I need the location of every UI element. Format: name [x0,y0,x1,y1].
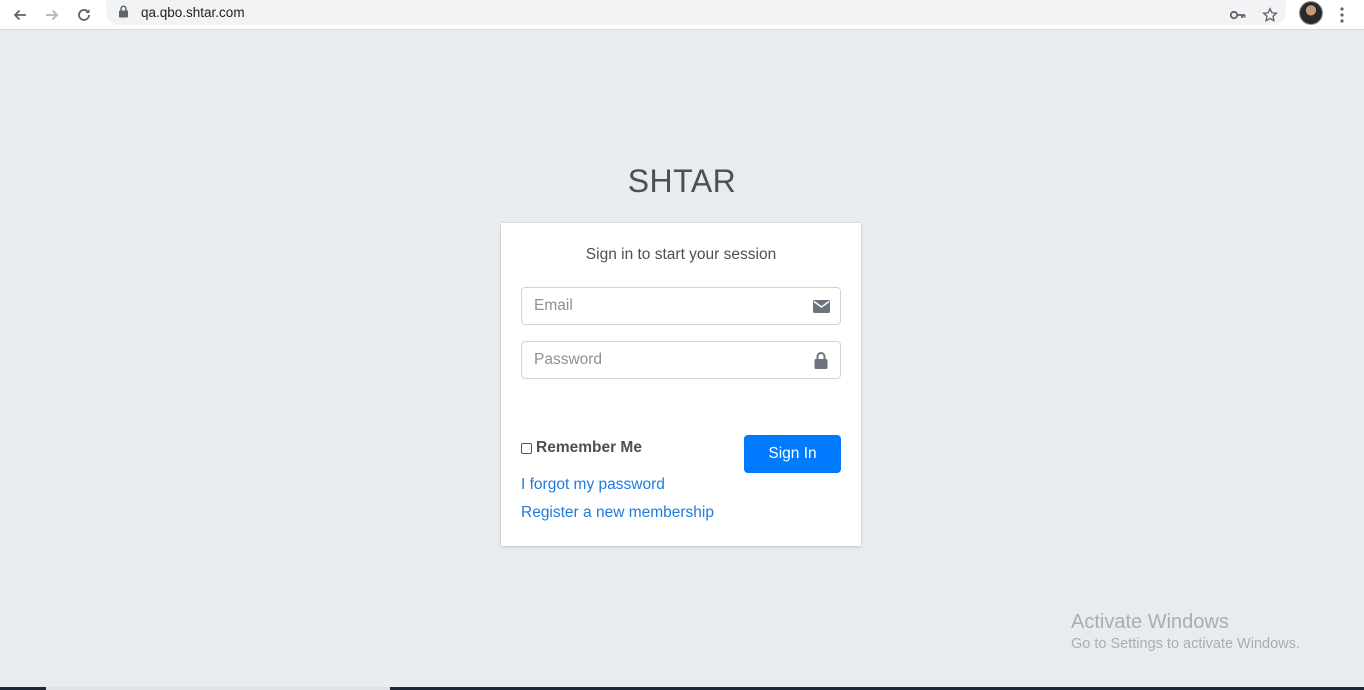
menu-icon[interactable] [1330,3,1354,27]
password-field[interactable] [521,341,841,379]
lock-icon [118,5,129,23]
url-text[interactable]: qa.qbo.shtar.com [141,5,245,20]
watermark-title: Activate Windows [1071,611,1229,633]
star-icon[interactable] [1258,3,1282,27]
email-field[interactable] [521,287,841,325]
back-icon[interactable] [8,3,32,27]
sign-in-button[interactable]: Sign In [744,435,841,473]
envelope-icon [812,297,830,315]
login-message: Sign in to start your session [585,246,777,263]
key-icon[interactable] [1226,3,1250,27]
address-bar[interactable] [106,0,1286,25]
login-card: Sign in to start your session Remember M… [501,223,861,546]
remember-checkbox[interactable] [521,442,532,454]
avatar[interactable] [1299,1,1323,25]
lock-icon [812,351,830,369]
email-input[interactable] [522,288,802,324]
forward-icon[interactable] [40,3,64,27]
remember-label[interactable]: Remember Me [536,439,642,457]
forgot-password-link[interactable]: I forgot my password [521,476,665,494]
activate-windows-watermark: Activate Windows Go to Settings to activ… [1071,611,1300,652]
brand-logo[interactable]: SHTAR [0,163,1364,200]
browser-toolbar: qa.qbo.shtar.com [0,0,1364,30]
remember-me[interactable]: Remember Me [521,439,642,457]
reload-icon[interactable] [72,3,96,27]
password-input[interactable] [522,342,802,378]
register-link[interactable]: Register a new membership [521,504,714,522]
watermark-subtitle: Go to Settings to activate Windows. [1071,636,1300,652]
